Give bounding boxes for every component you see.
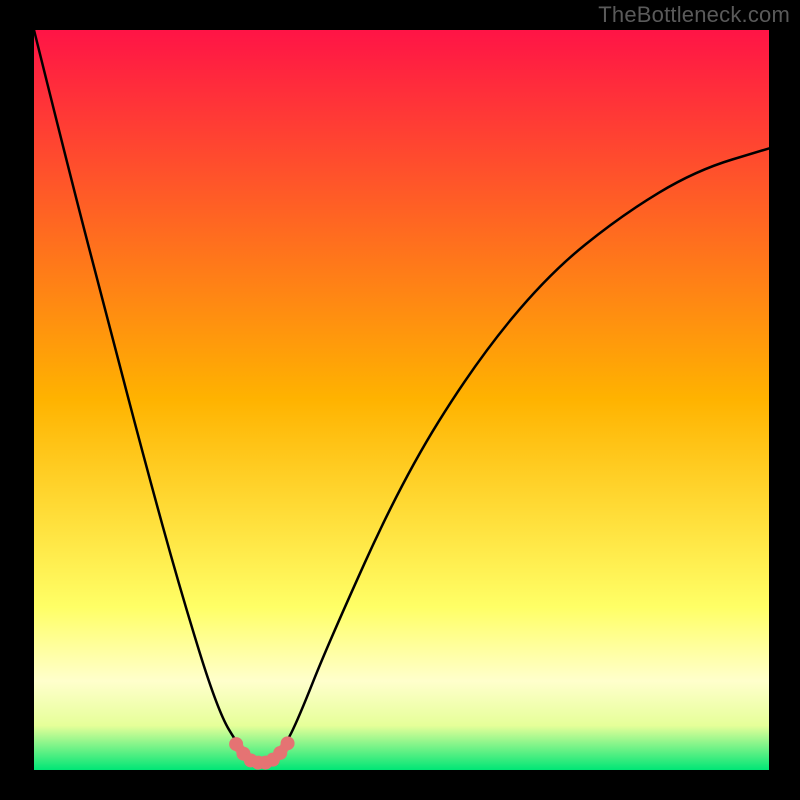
chart-background	[34, 30, 769, 770]
bottleneck-chart	[0, 0, 800, 800]
watermark-text: TheBottleneck.com	[598, 2, 790, 28]
optimal-marker-dot	[281, 736, 295, 750]
chart-stage: TheBottleneck.com	[0, 0, 800, 800]
